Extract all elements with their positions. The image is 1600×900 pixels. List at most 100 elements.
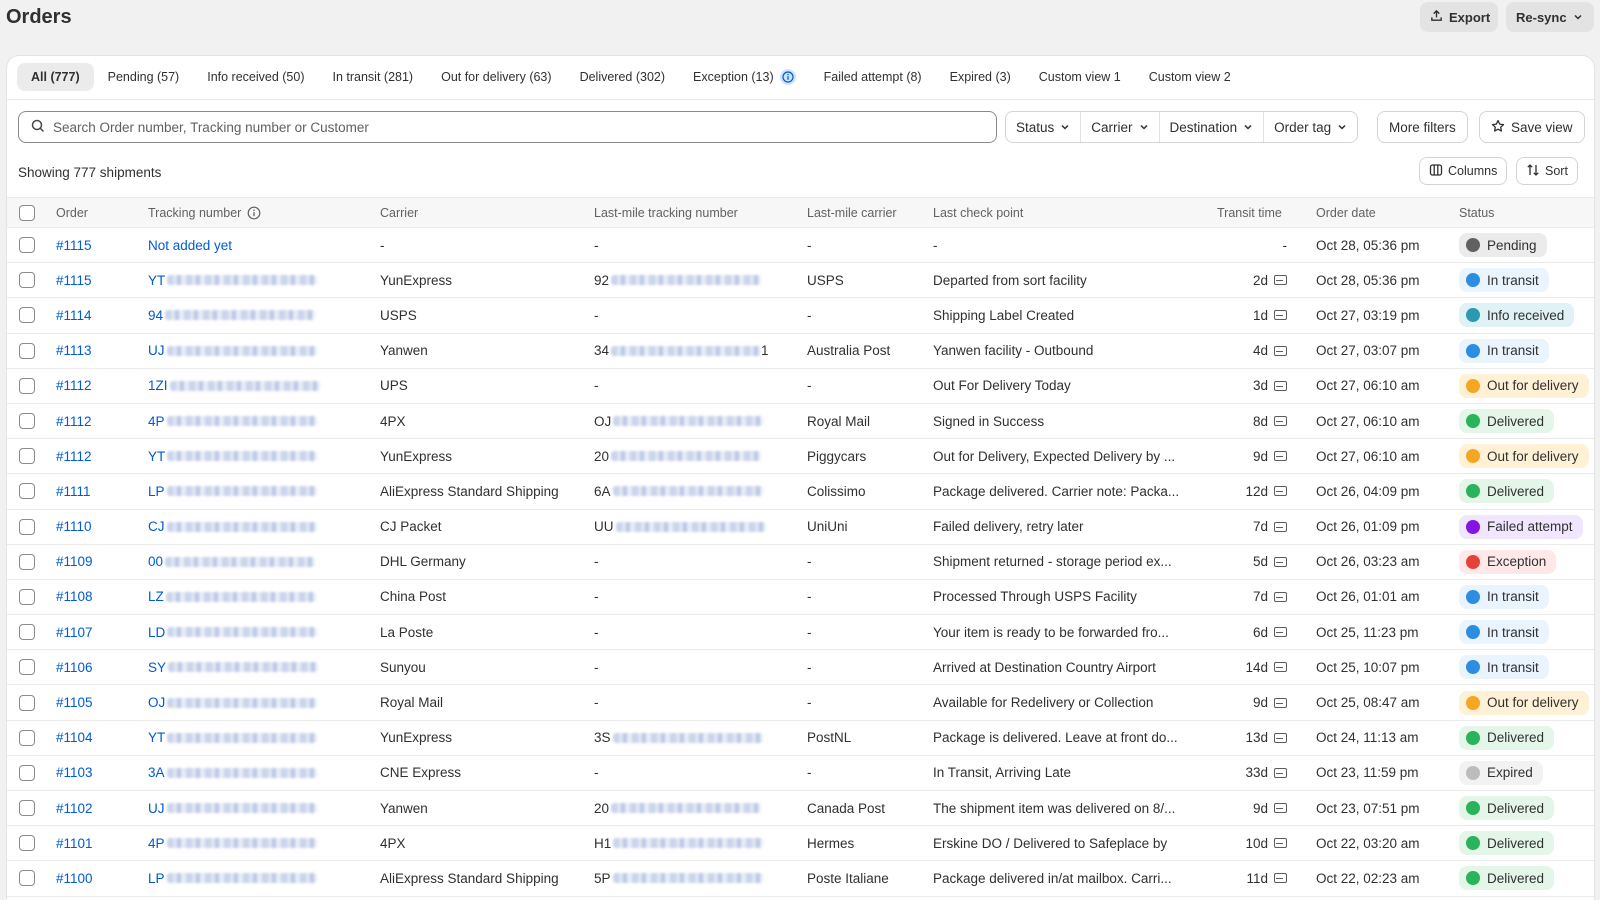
mail-icon[interactable] [1274, 275, 1287, 286]
search-box[interactable] [18, 111, 997, 143]
filter-order-tag[interactable]: Order tag [1264, 112, 1357, 142]
tab-4[interactable]: Out for delivery (63) [427, 63, 565, 91]
info-icon[interactable] [247, 206, 261, 220]
tab-10[interactable]: Custom view 2 [1135, 63, 1245, 91]
filter-status[interactable]: Status [1006, 112, 1082, 142]
tracking-link[interactable]: LD [148, 625, 165, 640]
tracking-link[interactable]: Not added yet [148, 238, 232, 253]
table-row[interactable]: #1103 3A CNE Express - - In Transit, Arriving… [7, 756, 1594, 791]
col-order-date[interactable]: Order date [1316, 198, 1446, 227]
table-row[interactable]: #1109 00 DHL Germany - - Shipment returned - … [7, 545, 1594, 580]
resync-button[interactable]: Re-sync [1506, 2, 1594, 32]
mail-icon[interactable] [1274, 345, 1287, 356]
row-checkbox[interactable] [19, 694, 35, 711]
mail-icon[interactable] [1274, 697, 1287, 708]
order-link[interactable]: #1112 [56, 414, 92, 429]
order-link[interactable]: #1102 [56, 801, 93, 816]
table-row[interactable]: #1115 Not added yet - - - - - Oct 28, 05:36 pm P… [7, 228, 1594, 264]
row-checkbox[interactable] [19, 518, 35, 535]
table-row[interactable]: #1112 1ZI UPS - - Out For Delivery Today 3d Oct… [7, 369, 1594, 404]
order-link[interactable]: #1108 [56, 589, 93, 604]
col-transit-time[interactable]: Transit time [1217, 198, 1297, 227]
tab-8[interactable]: Expired (3) [936, 63, 1025, 91]
tab-3[interactable]: In transit (281) [319, 63, 428, 91]
order-link[interactable]: #1111 [56, 484, 91, 499]
col-carrier[interactable]: Carrier [380, 198, 580, 227]
tab-6[interactable]: Exception (13) [679, 63, 810, 91]
tracking-link[interactable]: LP [148, 484, 165, 499]
mail-icon[interactable] [1274, 591, 1287, 602]
tracking-link[interactable]: 4P [148, 414, 165, 429]
row-checkbox[interactable] [19, 342, 35, 359]
tab-9[interactable]: Custom view 1 [1025, 63, 1135, 91]
col-order[interactable]: Order [56, 198, 136, 227]
tracking-link[interactable]: SY [148, 660, 166, 675]
mail-icon[interactable] [1274, 627, 1287, 638]
tracking-link[interactable]: 1ZI [148, 378, 168, 393]
mail-icon[interactable] [1274, 486, 1287, 497]
order-link[interactable]: #1101 [56, 836, 93, 851]
info-icon[interactable] [779, 69, 796, 85]
order-link[interactable]: #1112 [56, 378, 92, 393]
mail-icon[interactable] [1274, 767, 1287, 778]
filter-destination[interactable]: Destination [1160, 112, 1265, 142]
tab-0[interactable]: All (777) [17, 63, 94, 91]
mail-icon[interactable] [1274, 873, 1287, 884]
row-checkbox[interactable] [19, 237, 35, 254]
row-checkbox[interactable] [19, 272, 35, 289]
mail-icon[interactable] [1274, 662, 1287, 673]
search-input[interactable] [53, 119, 953, 135]
order-link[interactable]: #1104 [56, 730, 93, 745]
mail-icon[interactable] [1274, 310, 1287, 321]
mail-icon[interactable] [1274, 451, 1287, 462]
mail-icon[interactable] [1274, 732, 1287, 743]
table-row[interactable]: #1115 YT YunExpress 92 USPS Departed from sor… [7, 263, 1594, 299]
row-checkbox[interactable] [19, 659, 35, 676]
table-row[interactable]: #1100 LP AliExpress Standard Shipping 5P Pos… [7, 861, 1594, 897]
table-row[interactable]: #1112 4P 4PX OJ Royal Mail Signed in Success 8… [7, 404, 1594, 440]
order-link[interactable]: #1109 [56, 554, 93, 569]
tracking-link[interactable]: UJ [148, 343, 165, 358]
tracking-link[interactable]: 3A [148, 765, 165, 780]
tracking-link[interactable]: UJ [148, 801, 165, 816]
order-link[interactable]: #1100 [56, 871, 93, 886]
select-all-checkbox[interactable] [19, 204, 35, 221]
row-checkbox[interactable] [19, 307, 35, 324]
col-last-checkpoint[interactable]: Last check point [933, 198, 1193, 227]
tracking-link[interactable]: 94 [148, 308, 163, 323]
row-checkbox[interactable] [19, 624, 35, 641]
table-row[interactable]: #1110 CJ CJ Packet UU UniUni Failed delivery,… [7, 510, 1594, 545]
table-row[interactable]: #1108 LZ China Post - - Processed Through USP… [7, 580, 1594, 616]
order-link[interactable]: #1112 [56, 449, 92, 464]
row-checkbox[interactable] [19, 483, 35, 500]
tab-2[interactable]: Info received (50) [193, 63, 318, 91]
table-row[interactable]: #1107 LD La Poste - - Your item is ready to b… [7, 615, 1594, 651]
order-link[interactable]: #1113 [56, 343, 92, 358]
table-row[interactable]: #1114 94 USPS - - Shipping Label Created 1d Oct… [7, 298, 1594, 334]
row-checkbox[interactable] [19, 413, 35, 430]
table-row[interactable]: #1102 UJ Yanwen 20 Canada Post The shipment i… [7, 791, 1594, 827]
tracking-link[interactable]: LP [148, 871, 165, 886]
tracking-link[interactable]: OJ [148, 695, 165, 710]
order-link[interactable]: #1115 [56, 238, 92, 253]
order-link[interactable]: #1106 [56, 660, 93, 675]
tracking-link[interactable]: YT [148, 449, 165, 464]
row-checkbox[interactable] [19, 764, 35, 781]
tracking-link[interactable]: LZ [148, 589, 164, 604]
order-link[interactable]: #1103 [56, 765, 93, 780]
save-view-button[interactable]: Save view [1479, 111, 1585, 143]
order-link[interactable]: #1114 [56, 308, 92, 323]
more-filters-button[interactable]: More filters [1377, 111, 1468, 143]
tracking-link[interactable]: CJ [148, 519, 165, 534]
table-row[interactable]: #1106 SY Sunyou - - Arrived at Destination Co… [7, 650, 1594, 686]
tracking-link[interactable]: YT [148, 730, 165, 745]
col-last-mile-tracking[interactable]: Last-mile tracking number [594, 198, 794, 227]
tab-1[interactable]: Pending (57) [94, 63, 194, 91]
row-checkbox[interactable] [19, 553, 35, 570]
mail-icon[interactable] [1274, 521, 1287, 532]
row-checkbox[interactable] [19, 800, 35, 817]
table-row[interactable]: #1113 UJ Yanwen 34 1 Australia Post Yanwen fac… [7, 334, 1594, 369]
row-checkbox[interactable] [19, 588, 35, 605]
row-checkbox[interactable] [19, 448, 35, 465]
tracking-link[interactable]: YT [148, 273, 165, 288]
